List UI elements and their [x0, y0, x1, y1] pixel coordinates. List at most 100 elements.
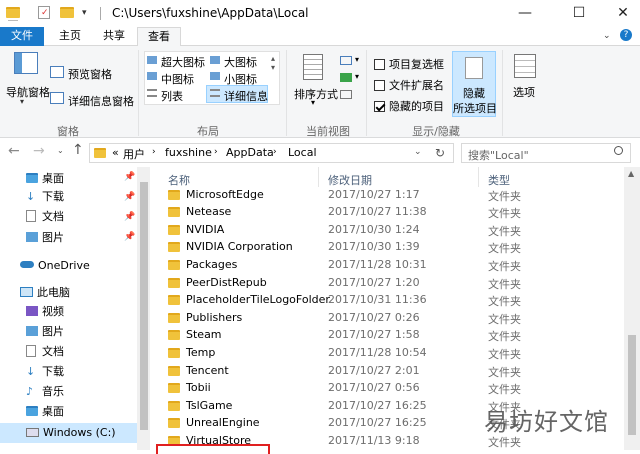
- breadcrumb-overflow[interactable]: «: [112, 146, 119, 159]
- table-row[interactable]: NVIDIA 2017/10/30 1:24 文件夹: [150, 221, 640, 239]
- checkbox-icon[interactable]: [374, 80, 385, 91]
- nav-item-onedrive[interactable]: OneDrive: [20, 257, 90, 275]
- layout-large-icons[interactable]: 大图标: [224, 54, 257, 70]
- forward-arrow-icon[interactable]: →: [33, 143, 45, 159]
- layout-medium-icons[interactable]: 中图标: [161, 71, 194, 87]
- table-row[interactable]: MicrosoftEdge 2017/10/27 1:17 文件夹: [150, 186, 640, 204]
- breadcrumb-user[interactable]: fuxshine: [165, 146, 212, 159]
- layout-list[interactable]: 列表: [161, 88, 183, 104]
- nav-item-documents-2[interactable]: 文档: [26, 343, 64, 361]
- tab-share[interactable]: 共享: [92, 27, 136, 46]
- preview-pane-icon: [50, 66, 64, 78]
- nav-item-documents[interactable]: 文档: [26, 208, 64, 226]
- layout-extra-large-icons[interactable]: 超大图标: [161, 54, 205, 70]
- up-arrow-icon[interactable]: ↑: [72, 142, 84, 158]
- maximize-button[interactable]: ☐: [556, 0, 602, 27]
- nav-item-downloads[interactable]: ↓ 下载: [26, 188, 64, 206]
- breadcrumb-appdata[interactable]: AppData: [226, 146, 274, 159]
- pin-icon[interactable]: 📌: [124, 172, 135, 182]
- hidden-items-option[interactable]: 隐藏的项目: [374, 98, 444, 114]
- tab-home[interactable]: 主页: [48, 27, 92, 46]
- table-row[interactable]: Tencent 2017/10/27 2:01 文件夹: [150, 362, 640, 380]
- file-date: 2017/10/27 11:38: [328, 205, 427, 219]
- large-icons-icon: [210, 56, 220, 64]
- file-date: 2017/10/30 1:24: [328, 222, 420, 236]
- layout-details[interactable]: 详细信息: [224, 88, 268, 104]
- file-name: Steam: [186, 328, 222, 342]
- properties-icon[interactable]: ✓: [38, 6, 50, 19]
- address-dropdown-icon[interactable]: ⌄: [414, 147, 422, 157]
- nav-item-pictures-2[interactable]: 图片: [26, 323, 64, 341]
- tab-file[interactable]: 文件: [0, 27, 44, 46]
- file-list-scrollbar[interactable]: ▲: [624, 167, 640, 450]
- group-by-icon[interactable]: [340, 56, 352, 65]
- item-checkboxes-option[interactable]: 项目复选框: [374, 56, 444, 72]
- nav-scrollbar-thumb[interactable]: [140, 182, 148, 430]
- scrollbar-thumb[interactable]: [628, 335, 636, 435]
- tab-view[interactable]: 查看: [137, 27, 181, 47]
- pin-icon[interactable]: 📌: [124, 212, 135, 222]
- table-row[interactable]: PlaceholderTileLogoFolder 2017/10/31 11:3…: [150, 291, 640, 309]
- breadcrumb-users[interactable]: 用户: [123, 146, 145, 162]
- checkbox-checked-icon[interactable]: [374, 101, 385, 112]
- table-row[interactable]: Temp 2017/11/28 10:54 文件夹: [150, 344, 640, 362]
- chevron-right-icon[interactable]: ›: [214, 147, 218, 157]
- nav-item-windows-c[interactable]: Windows (C:): [26, 424, 116, 442]
- watermark: 易坊好文馆: [484, 408, 609, 436]
- chevron-right-icon[interactable]: ›: [152, 147, 156, 157]
- table-row[interactable]: NVIDIA Corporation 2017/10/30 1:39 文件夹: [150, 238, 640, 256]
- table-row[interactable]: PeerDistRepub 2017/10/27 1:20 文件夹: [150, 274, 640, 292]
- search-box[interactable]: 搜索"Local": [461, 143, 631, 163]
- search-icon[interactable]: [614, 146, 623, 155]
- nav-item-desktop-2[interactable]: 桌面: [26, 403, 64, 421]
- table-row[interactable]: Publishers 2017/10/27 0:26 文件夹: [150, 309, 640, 327]
- address-box[interactable]: « 用户 › fuxshine › AppData › Local ⌄ ↻: [89, 143, 454, 163]
- file-extensions-option[interactable]: 文件扩展名: [374, 77, 444, 93]
- nav-item-this-pc[interactable]: 此电脑: [20, 284, 70, 302]
- sort-by-button[interactable]: 排序方式: [294, 86, 338, 102]
- details-pane-button[interactable]: 详细信息窗格: [68, 93, 134, 109]
- folder-icon: [94, 148, 106, 158]
- breadcrumb-local[interactable]: Local: [288, 146, 317, 159]
- recent-locations-icon[interactable]: ⌄: [57, 146, 64, 155]
- customize-toolbar-icon[interactable]: ▾: [82, 8, 87, 18]
- ribbon-divider: [502, 50, 503, 136]
- nav-item-pictures[interactable]: 图片: [26, 229, 64, 247]
- nav-item-desktop[interactable]: 桌面: [26, 170, 64, 188]
- chevron-right-icon[interactable]: ›: [273, 147, 277, 157]
- column-divider[interactable]: [318, 167, 319, 187]
- pin-icon[interactable]: 📌: [124, 232, 135, 242]
- close-button[interactable]: ✕: [600, 0, 640, 27]
- add-columns-icon[interactable]: [340, 73, 352, 82]
- music-icon: ♪: [26, 385, 34, 398]
- nav-label: 下载: [42, 190, 64, 203]
- file-type: 文件夹: [488, 347, 521, 361]
- folder-icon: [6, 7, 20, 18]
- nav-item-videos[interactable]: 视频: [26, 303, 64, 321]
- new-folder-icon[interactable]: [60, 7, 74, 18]
- table-row[interactable]: Steam 2017/10/27 1:58 文件夹: [150, 326, 640, 344]
- collapse-ribbon-icon[interactable]: ⌄: [603, 31, 611, 41]
- size-columns-icon[interactable]: [340, 90, 352, 99]
- scroll-up-icon[interactable]: ▲: [628, 169, 634, 178]
- medium-icons-icon: [147, 72, 157, 80]
- refresh-icon[interactable]: ↻: [435, 146, 445, 160]
- back-arrow-icon[interactable]: ←: [8, 143, 20, 159]
- help-icon[interactable]: ?: [620, 29, 632, 41]
- hide-selected-button[interactable]: 隐藏 所选项目: [452, 51, 497, 117]
- table-row[interactable]: Tobii 2017/10/27 0:56 文件夹: [150, 379, 640, 397]
- navigation-pane-button[interactable]: 导航窗格: [6, 84, 50, 100]
- table-row[interactable]: Packages 2017/11/28 10:31 文件夹: [150, 256, 640, 274]
- nav-item-downloads-2[interactable]: ↓ 下载: [26, 363, 64, 381]
- checkbox-icon[interactable]: [374, 59, 385, 70]
- preview-pane-button[interactable]: 预览窗格: [68, 66, 112, 82]
- column-divider[interactable]: [478, 167, 479, 187]
- options-button[interactable]: 选项: [513, 84, 535, 100]
- folder-icon: [168, 207, 180, 218]
- nav-item-music[interactable]: ♪ 音乐: [26, 383, 64, 401]
- gallery-scroll-icon[interactable]: ▴ ▾: [271, 54, 275, 72]
- minimize-button[interactable]: —: [502, 0, 548, 27]
- file-type: 文件夹: [488, 207, 521, 221]
- pin-icon[interactable]: 📌: [124, 192, 135, 202]
- table-row[interactable]: Netease 2017/10/27 11:38 文件夹: [150, 203, 640, 221]
